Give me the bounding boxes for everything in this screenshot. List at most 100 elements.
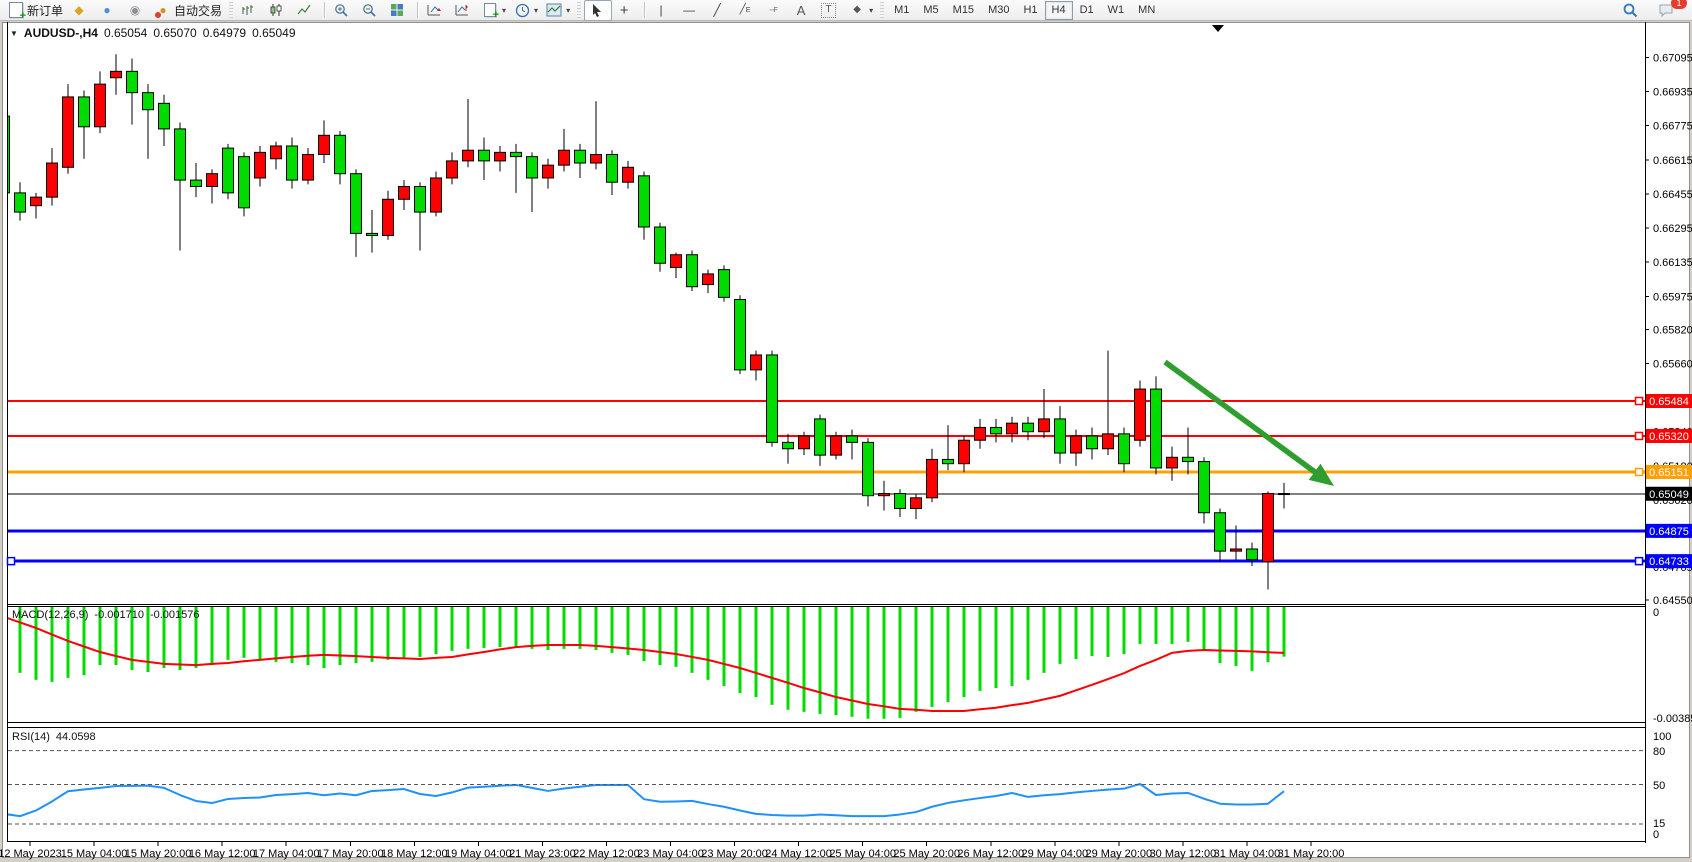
zoom-out-icon [361, 2, 377, 18]
timeframe-button-m30[interactable]: M30 [981, 1, 1016, 20]
zoom-out-button[interactable] [357, 0, 385, 21]
equidistant-channel-button[interactable]: ╱E [733, 0, 761, 21]
candle-body [799, 436, 810, 449]
chart-canvas[interactable]: 0.670950.669350.667750.666150.664550.662… [0, 0, 1692, 862]
price-tick-label: 0.66295 [1653, 223, 1692, 235]
tile-windows-button[interactable] [385, 0, 413, 21]
candle-body [703, 274, 714, 285]
rsi-tick-label: 100 [1653, 731, 1671, 743]
text-button[interactable]: A [789, 0, 817, 21]
candle-body [975, 427, 986, 440]
candle-body [1167, 457, 1178, 468]
candle-body [719, 270, 730, 298]
trendline-button[interactable]: ╱ [705, 0, 733, 21]
candle-body [1119, 434, 1130, 464]
crosshair-button[interactable]: + [612, 0, 640, 21]
candle-body [399, 186, 410, 199]
candle-body [207, 174, 218, 187]
search-button[interactable] [1618, 0, 1646, 21]
new-chart-button[interactable]: ▾ [478, 0, 510, 21]
time-tick-label: 16 May 12:00 [189, 848, 256, 860]
new-order-button[interactable]: 新订单 [4, 0, 67, 21]
candle-body [95, 84, 106, 127]
metaeditor-button[interactable]: ◆ [67, 0, 95, 21]
time-tick-label: 26 May 12:00 [957, 848, 1024, 860]
timeframe-button-d1[interactable]: D1 [1073, 1, 1101, 20]
candle-body [783, 442, 794, 448]
chart-shift-marker[interactable] [1212, 25, 1224, 32]
candle-body [927, 459, 938, 497]
main-toolbar: 新订单 ◆ ● ◉ ● 自动交易 ▾ ▾ ▾ + | — ╱ ╱E ┄F A T… [0, 0, 1692, 21]
candle-body [159, 103, 170, 129]
horizontal-line-button[interactable]: — [677, 0, 705, 21]
rsi-value: 44.0598 [56, 731, 96, 743]
community-button[interactable]: ● [95, 0, 123, 21]
time-tick-label: 22 May 12:00 [573, 848, 640, 860]
period-button[interactable]: ▾ [510, 0, 542, 21]
candle-body [687, 255, 698, 287]
candle-body [1183, 457, 1194, 461]
chart-shift-button[interactable] [450, 0, 478, 21]
auto-scroll-button[interactable] [422, 0, 450, 21]
candle-body [1055, 419, 1066, 453]
timeframe-button-m15[interactable]: M15 [946, 1, 981, 20]
hline-price-text: 0.65049 [1649, 489, 1689, 501]
text-label-button[interactable]: T [817, 0, 845, 21]
candle-body [63, 97, 74, 167]
candle-body [751, 355, 762, 370]
time-tick-label: 25 May 04:00 [829, 848, 896, 860]
vertical-line-button[interactable]: | [649, 0, 677, 21]
auto-trading-label: 自动交易 [174, 2, 222, 19]
candle-body [223, 148, 234, 193]
arrows-button[interactable]: ◆▾ [845, 0, 877, 21]
timeframe-button-m5[interactable]: M5 [916, 1, 945, 20]
line-handle[interactable] [8, 558, 15, 565]
candle-body [1103, 434, 1114, 449]
templates-button[interactable]: ▾ [542, 0, 574, 21]
new-chart-caret-icon: ▾ [502, 6, 506, 15]
candle-body [575, 150, 586, 163]
line-handle[interactable] [1636, 558, 1643, 565]
timeframe-toolbar: M1M5M15M30H1H4D1W1MN [887, 1, 1162, 20]
timeframe-button-mn[interactable]: MN [1131, 1, 1162, 20]
candlestick-chart-button[interactable] [264, 0, 292, 21]
timeframe-button-h4[interactable]: H4 [1045, 1, 1073, 20]
new-order-label: 新订单 [27, 2, 63, 19]
zoom-in-icon [333, 2, 349, 18]
timeframe-button-h1[interactable]: H1 [1016, 1, 1044, 20]
candle-body [1039, 419, 1050, 432]
bar-chart-button[interactable] [236, 0, 264, 21]
macd-signal-value: -0.001576 [150, 609, 200, 621]
cursor-button[interactable] [584, 0, 612, 21]
signals-button[interactable]: ◉ [123, 0, 151, 21]
candle-body [287, 146, 298, 180]
zoom-in-button[interactable] [329, 0, 357, 21]
timeframe-button-m1[interactable]: M1 [887, 1, 916, 20]
candle-body [79, 97, 90, 127]
candle-body [991, 427, 1002, 433]
candle-body [911, 498, 922, 509]
line-chart-button[interactable] [292, 0, 320, 21]
candle-body [383, 199, 394, 235]
community-icon: ● [99, 2, 115, 18]
notifications-button[interactable]: 1 [1654, 0, 1682, 21]
candle-body [463, 150, 474, 161]
timeframe-button-w1[interactable]: W1 [1101, 1, 1132, 20]
candle-body [495, 152, 506, 161]
candle-body [1231, 549, 1242, 551]
new-order-icon [8, 2, 24, 18]
line-handle[interactable] [1636, 398, 1643, 405]
candle-body [815, 419, 826, 455]
chevron-down-icon[interactable]: ▼ [10, 29, 18, 38]
price-tick-label: 0.66455 [1653, 189, 1692, 201]
candle-body [239, 157, 250, 208]
low-value: 0.64979 [203, 26, 246, 40]
line-handle[interactable] [1636, 432, 1643, 439]
fibonacci-button[interactable]: ┄F [761, 0, 789, 21]
line-handle[interactable] [1636, 469, 1643, 476]
rsi-name: RSI(14) [12, 731, 50, 743]
time-tick-label: 12 May 2023 [0, 848, 62, 860]
candle-body [623, 167, 634, 182]
auto-trading-button[interactable]: ● 自动交易 [151, 0, 226, 21]
hline-price-text: 0.65484 [1649, 396, 1689, 408]
